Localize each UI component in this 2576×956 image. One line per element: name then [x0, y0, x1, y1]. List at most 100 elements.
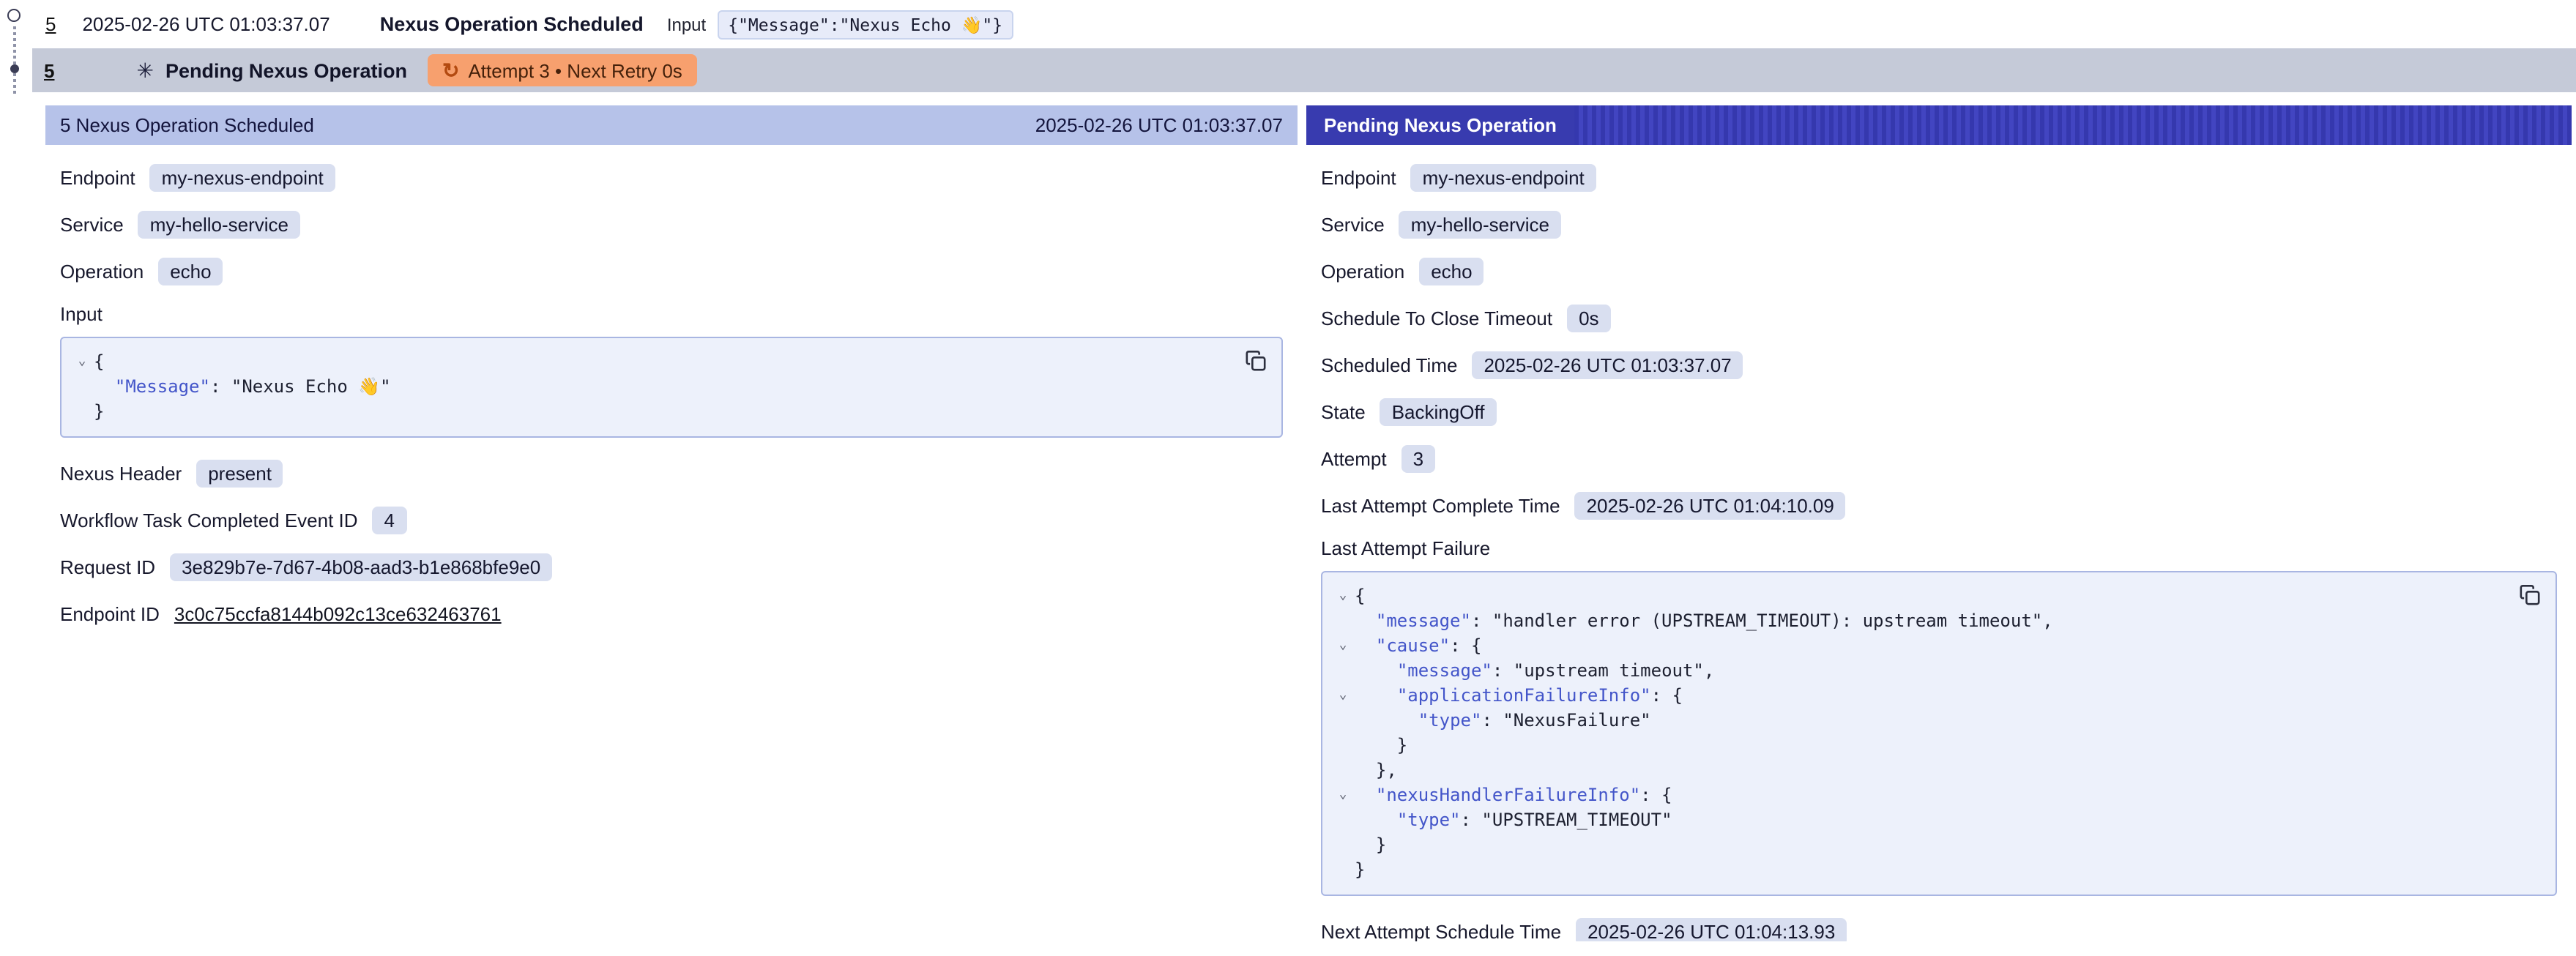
pending-asterisk-icon: ✳: [136, 58, 153, 83]
code-gutter: [1331, 808, 1355, 833]
code-line: },: [1331, 758, 2514, 783]
event-title: Nexus Operation Scheduled: [380, 13, 644, 35]
retry-icon: ↻: [442, 60, 459, 81]
pending-event-id-link[interactable]: 5: [44, 59, 54, 81]
copy-icon: [2519, 584, 2541, 606]
code-gutter: [1331, 758, 1355, 783]
field-label: Operation: [1321, 260, 1404, 282]
field-value-chip: present: [196, 459, 283, 487]
field-label: Endpoint: [1321, 166, 1396, 188]
timeline-connector: [13, 26, 16, 94]
field-label: Service: [1321, 213, 1385, 235]
pending-panel-body: Endpoint my-nexus-endpoint Servicemy-hello…: [1306, 145, 2572, 941]
code-text: }: [94, 400, 104, 425]
code-text: }: [1355, 733, 1407, 758]
collapse-arrow-icon[interactable]: ⌄: [70, 350, 94, 375]
code-line: }: [70, 400, 1240, 425]
field-row: Attempt 3: [1321, 444, 2557, 473]
copy-button[interactable]: [2516, 581, 2544, 609]
field-label: Request ID: [60, 556, 155, 578]
code-line: ⌄{: [1331, 584, 2514, 609]
input-json-block: ⌄{ "Message": "Nexus Echo 👋"}: [60, 337, 1283, 438]
copy-button[interactable]: [1242, 347, 1270, 375]
code-gutter: [70, 400, 94, 425]
field-row: StateBackingOff: [1321, 397, 2557, 426]
field-row: Operationecho: [60, 256, 1283, 285]
event-timeline-rail: [0, 0, 35, 105]
code-text: "type": "UPSTREAM_TIMEOUT": [1355, 808, 1672, 833]
event-row-nexus-operation-scheduled[interactable]: 5 2025-02-26 UTC 01:03:37.07 Nexus Opera…: [35, 0, 2576, 48]
code-line: ⌄ "cause": {: [1331, 634, 2514, 659]
collapse-arrow-icon[interactable]: ⌄: [1331, 783, 1355, 808]
code-text: {: [1355, 584, 1365, 609]
code-line: ⌄{: [70, 350, 1240, 375]
field-value-chip: 2025-02-26 UTC 01:03:37.07: [1472, 351, 1743, 378]
pending-operation-detail-panel: Pending Nexus Operation Endpointmy-nexus…: [1306, 105, 2572, 941]
code-gutter: [1331, 609, 1355, 634]
field-value-chip: 2025-02-26 UTC 01:04:13.93: [1576, 917, 1847, 941]
code-text: "cause": {: [1355, 634, 1481, 659]
code-line: }: [1331, 833, 2514, 858]
field-label: Operation: [60, 260, 144, 282]
field-label: Next Attempt Schedule Time: [1321, 920, 1561, 941]
code-gutter: [1331, 659, 1355, 684]
copy-icon: [1245, 350, 1267, 372]
field-label: Attempt: [1321, 447, 1387, 469]
code-text: "message": "upstream timeout",: [1355, 659, 1714, 684]
field-row: Request ID3e829b7e-7d67-4b08-aad3-b1e868…: [60, 552, 1283, 581]
timeline-node-icon: [7, 9, 21, 22]
code-line: ⌄ "applicationFailureInfo": {: [1331, 684, 2514, 709]
code-line: ⌄ "nexusHandlerFailureInfo": {: [1331, 783, 2514, 808]
collapse-arrow-icon[interactable]: ⌄: [1331, 634, 1355, 659]
code-line: "type": "NexusFailure": [1331, 709, 2514, 733]
detail-panels: 5 Nexus Operation Scheduled 2025-02-26 U…: [45, 105, 2572, 941]
field-label: Endpoint: [60, 166, 135, 188]
field-label: Service: [60, 213, 124, 235]
event-id-link[interactable]: 5: [45, 13, 56, 35]
field-row: Service my-hello-service: [60, 209, 1283, 239]
code-gutter: [1331, 733, 1355, 758]
field-label: Endpoint ID: [60, 602, 160, 624]
code-text: "nexusHandlerFailureInfo": {: [1355, 783, 1672, 808]
field-value-chip: 2025-02-26 UTC 01:04:10.09: [1575, 491, 1846, 519]
code-text: }: [1355, 858, 1365, 883]
field-row: Operation echo: [1321, 256, 2557, 285]
field-label: Nexus Header: [60, 462, 182, 484]
field-label: Workflow Task Completed Event ID: [60, 509, 358, 531]
code-line: "type": "UPSTREAM_TIMEOUT": [1331, 808, 2514, 833]
scheduled-panel-header: 5 Nexus Operation Scheduled 2025-02-26 U…: [45, 105, 1298, 145]
collapse-arrow-icon[interactable]: ⌄: [1331, 584, 1355, 609]
code-text: "type": "NexusFailure": [1355, 709, 1651, 733]
field-value-chip: my-nexus-endpoint: [1411, 163, 1596, 191]
field-row: Endpoint ID 3c0c75ccfa8144b092c13ce632463…: [60, 599, 1283, 628]
event-timestamp: 2025-02-26 UTC 01:03:37.07: [82, 13, 330, 35]
pending-nexus-operation-row[interactable]: 5 ✳ Pending Nexus Operation ↻ Attempt 3 …: [32, 48, 2576, 92]
field-value-chip: my-hello-service: [138, 210, 300, 238]
collapse-arrow-icon[interactable]: ⌄: [1331, 684, 1355, 709]
scheduled-panel-body: Endpointmy-nexus-endpointServicemy-hello…: [45, 145, 1298, 646]
code-gutter: [70, 375, 94, 400]
pending-row-title: Pending Nexus Operation: [165, 59, 407, 81]
field-label: Scheduled Time: [1321, 354, 1457, 376]
field-value-chip: BackingOff: [1380, 397, 1497, 425]
event-history-content: 5 2025-02-26 UTC 01:03:37.07 Nexus Opera…: [0, 0, 2576, 941]
field-row: Endpoint my-nexus-endpoint: [1321, 163, 2557, 192]
field-value-link[interactable]: 3c0c75ccfa8144b092c13ce632463761: [174, 602, 502, 624]
field-row: Scheduled Time 2025-02-26 UTC 01:03:37.07: [1321, 350, 2557, 379]
field-row: Servicemy-hello-service: [1321, 209, 2557, 239]
code-line: "message": "upstream timeout",: [1331, 659, 2514, 684]
field-label: Last Attempt Complete Time: [1321, 494, 1560, 516]
field-row: Workflow Task Completed Event ID4: [60, 505, 1283, 534]
event-input-preview-chip: {"Message":"Nexus Echo 👋"}: [718, 10, 1013, 39]
scheduled-event-detail-panel: 5 Nexus Operation Scheduled 2025-02-26 U…: [45, 105, 1298, 941]
code-gutter: [1331, 833, 1355, 858]
failure-section-label: Last Attempt Failure: [1321, 537, 2557, 559]
input-section-label: Input: [60, 303, 1283, 325]
field-value-chip: 3: [1401, 444, 1435, 472]
code-line: }: [1331, 733, 2514, 758]
failure-json-block: ⌄{ "message": "handler error (UPSTREAM_T…: [1321, 571, 2557, 896]
field-row: Nexus Header present: [60, 458, 1283, 488]
field-value-chip: echo: [1419, 257, 1484, 285]
code-text: "applicationFailureInfo": {: [1355, 684, 1683, 709]
field-value-chip: 0s: [1567, 304, 1610, 332]
